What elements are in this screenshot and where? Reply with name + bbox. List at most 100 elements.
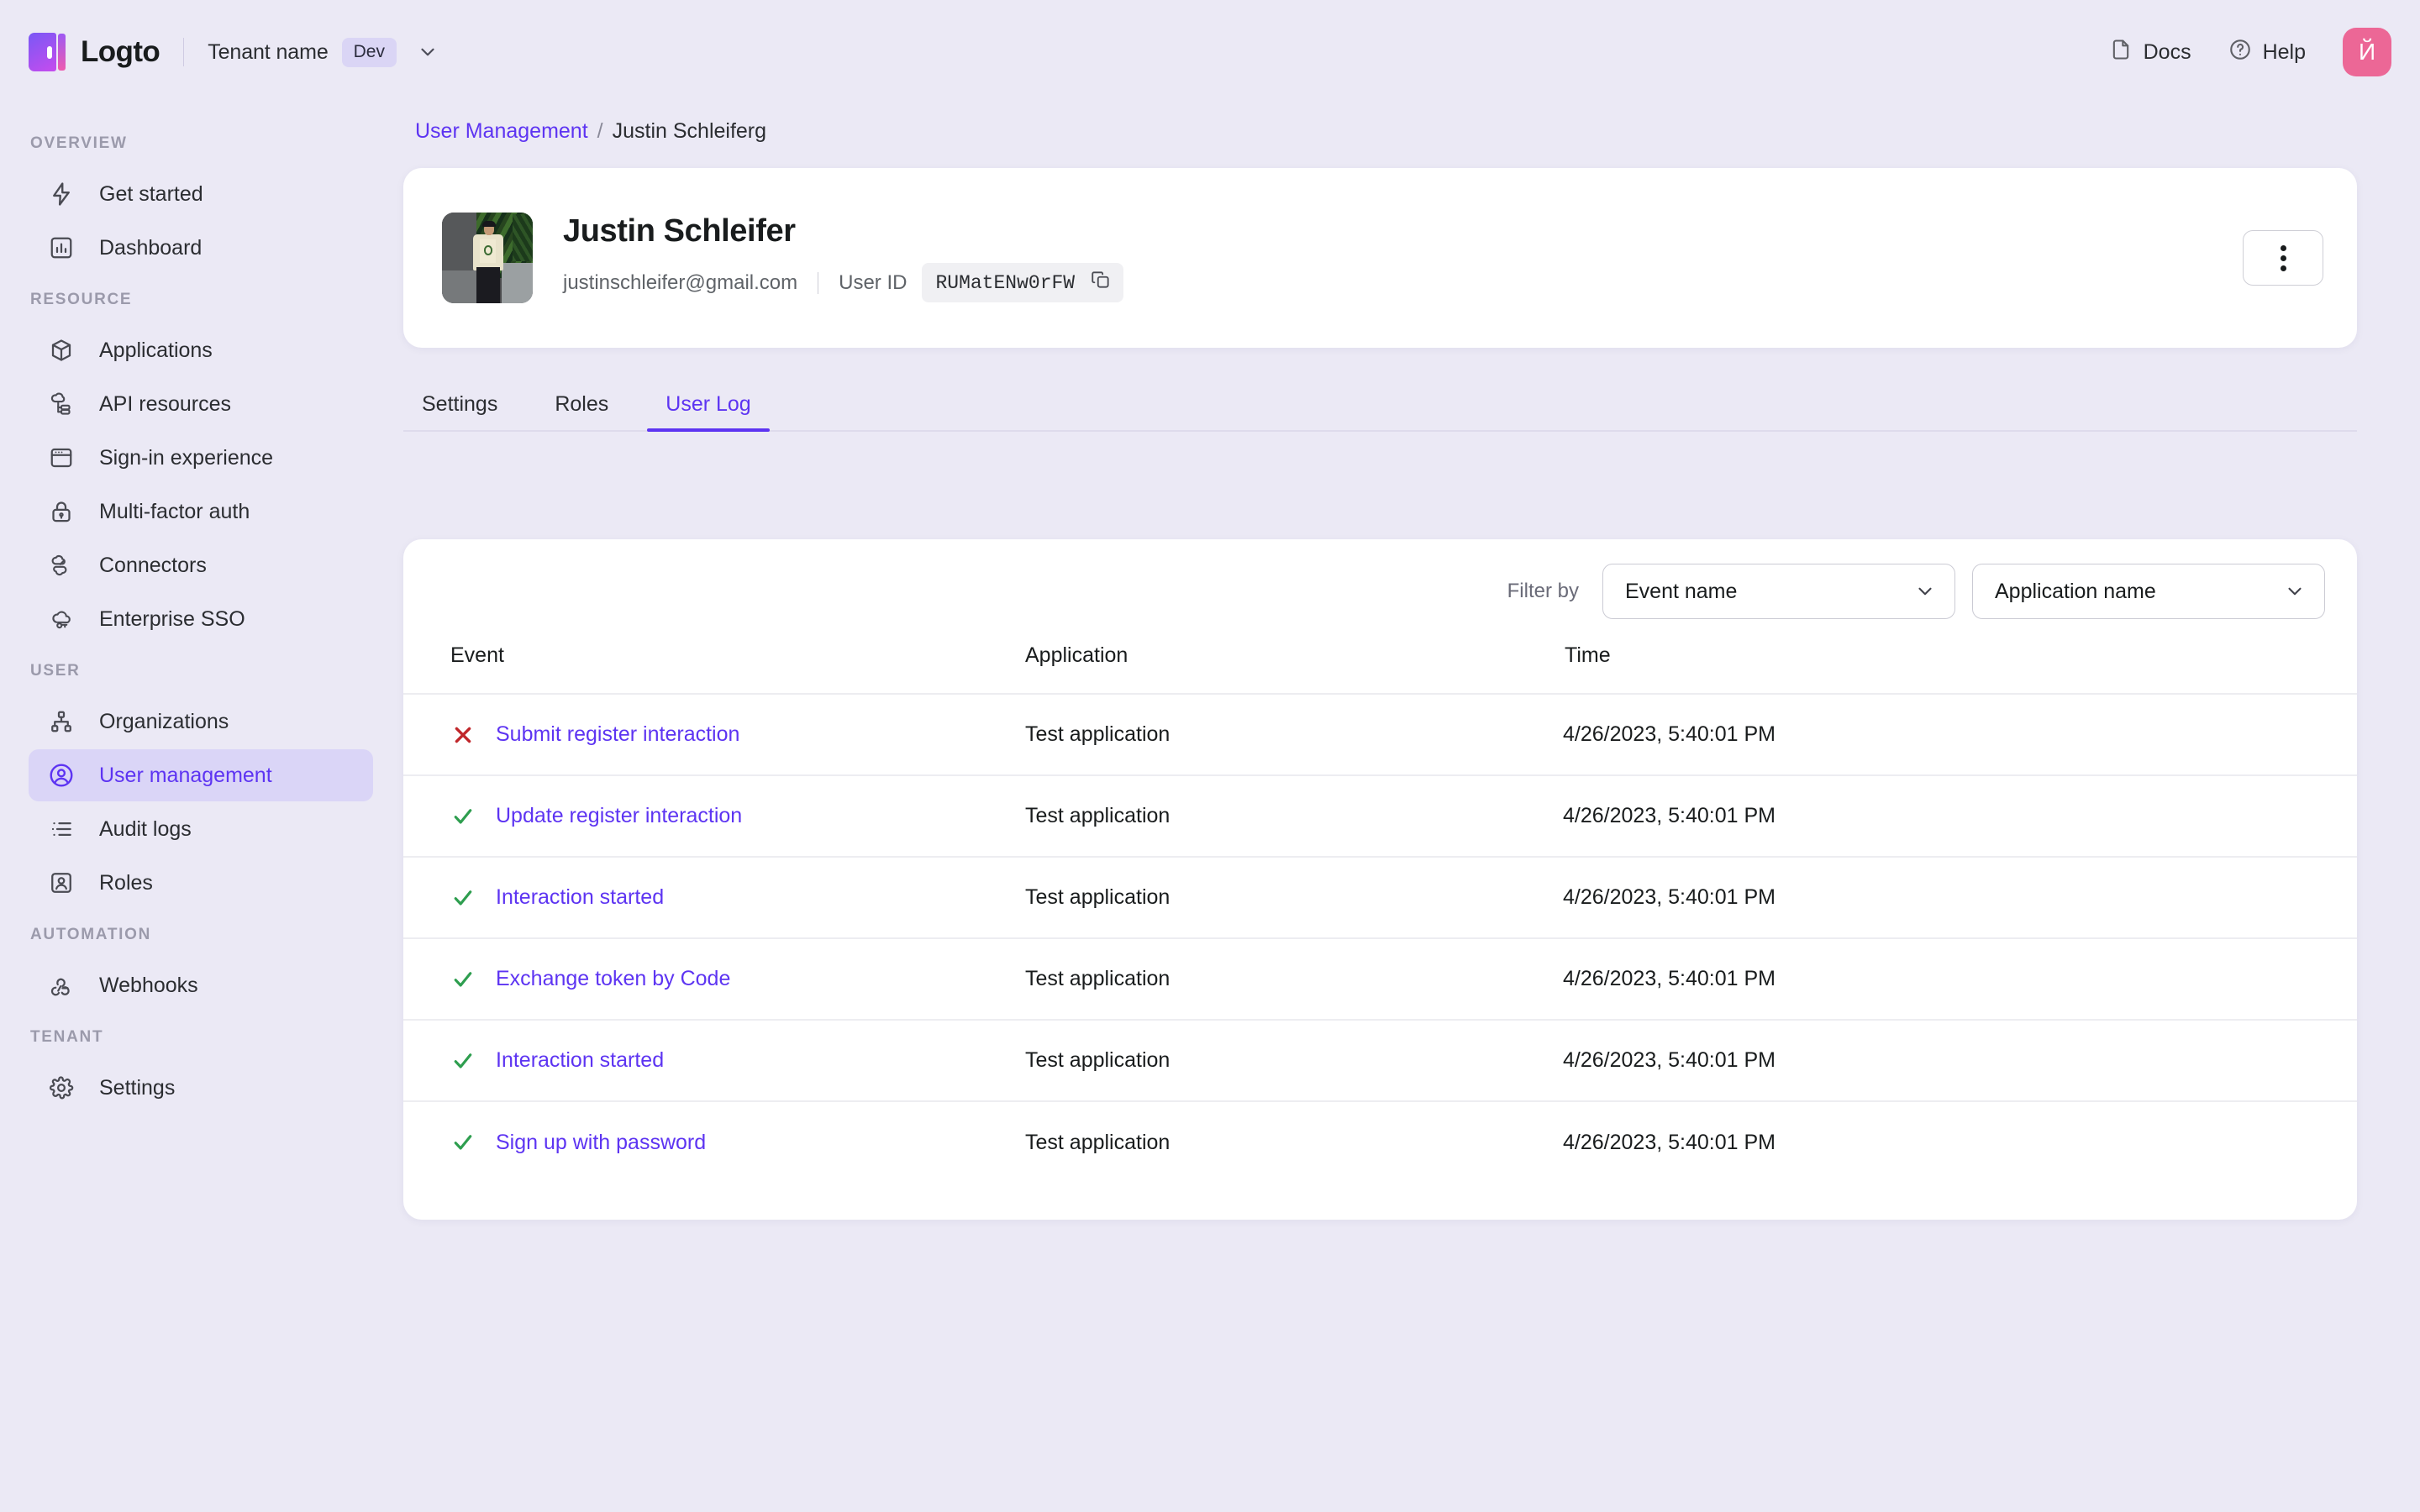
sidebar-item-settings[interactable]: Settings [29, 1062, 373, 1114]
user-circle-icon [45, 759, 77, 791]
application-cell: Test application [1025, 775, 1563, 858]
filter-bar: Filter by Event name Application name [403, 539, 2357, 643]
sidebar-item-multi-factor-auth[interactable]: Multi-factor auth [29, 486, 373, 538]
user-email: justinschleifer@gmail.com [563, 270, 798, 294]
logto-logo-icon [29, 33, 67, 71]
sidebar-item-label: Dashboard [99, 235, 203, 260]
event-link[interactable]: Interaction started [496, 1048, 664, 1073]
user-id-chip: RUMatENw0rFW [922, 263, 1124, 302]
sidebar-item-label: Organizations [99, 709, 229, 733]
browser-window-icon [45, 442, 77, 474]
cube-icon [45, 334, 77, 366]
sidebar-item-enterprise-sso[interactable]: Enterprise SSO [29, 593, 373, 645]
tab-roles[interactable]: Roles [536, 392, 627, 430]
event-link[interactable]: Interaction started [496, 885, 664, 910]
table-row[interactable]: Interaction started Test application 4/2… [403, 1020, 2357, 1102]
main-content: User Management / Justin Schleiferg Just… [403, 104, 2420, 1512]
sidebar-section-title: USER [30, 662, 81, 680]
avatar-initial: Й [2358, 39, 2376, 65]
event-link[interactable]: Sign up with password [496, 1131, 706, 1155]
table-body: Submit register interaction Test applica… [403, 694, 2357, 1183]
brand-name: Logto [81, 35, 160, 68]
sidebar-item-label: Applications [99, 338, 213, 362]
application-name-filter-select[interactable]: Application name [1972, 564, 2325, 619]
sidebar-item-applications[interactable]: Applications [29, 324, 373, 376]
sidebar-item-api-resources[interactable]: API resources [29, 378, 373, 430]
check-mark-icon [450, 1048, 476, 1074]
event-link[interactable]: Submit register interaction [496, 722, 739, 747]
docs-link[interactable]: Docs [2109, 38, 2191, 67]
tab-settings[interactable]: Settings [403, 392, 516, 430]
breadcrumb-current: Justin Schleiferg [612, 119, 767, 143]
event-name-filter-select[interactable]: Event name [1602, 564, 1955, 619]
event-link[interactable]: Update register interaction [496, 804, 742, 828]
table-row[interactable]: Update register interaction Test applica… [403, 775, 2357, 858]
check-mark-icon [450, 804, 476, 829]
sidebar-item-label: Roles [99, 870, 153, 895]
filter-by-label: Filter by [1507, 580, 1579, 602]
table-row[interactable]: Interaction started Test application 4/2… [403, 857, 2357, 939]
sidebar-item-webhooks[interactable]: Webhooks [29, 959, 373, 1011]
api-cloud-icon [45, 388, 77, 420]
user-id-value: RUMatENw0rFW [935, 271, 1076, 294]
chevron-down-icon [1914, 580, 1936, 602]
sidebar-item-label: Webhooks [99, 973, 198, 997]
sidebar-item-label: Audit logs [99, 816, 192, 841]
sidebar-section-title: AUTOMATION [30, 926, 152, 943]
time-cell: 4/26/2023, 5:40:01 PM [1563, 694, 2357, 776]
x-mark-icon [450, 722, 476, 748]
user-id-label: User ID [839, 270, 908, 294]
copy-icon[interactable] [1090, 269, 1112, 297]
user-photo-avatar [442, 213, 533, 303]
column-header-application: Application [1025, 643, 1563, 695]
bar-chart-icon [45, 232, 77, 264]
time-cell: 4/26/2023, 5:40:01 PM [1563, 857, 2357, 939]
tab-user-log[interactable]: User Log [647, 392, 771, 432]
sidebar-item-organizations[interactable]: Organizations [29, 696, 373, 748]
time-cell: 4/26/2023, 5:40:01 PM [1563, 1020, 2357, 1102]
document-icon [2109, 38, 2133, 67]
sidebar-navigation: OVERVIEW Get started Dashboard RESOURCE … [0, 104, 403, 1512]
sidebar-item-sign-in-experience[interactable]: Sign-in experience [29, 432, 373, 484]
sidebar-item-connectors[interactable]: Connectors [29, 539, 373, 591]
user-avatar-button[interactable]: Й [2343, 28, 2391, 76]
lightning-icon [45, 178, 77, 210]
sidebar-item-roles[interactable]: Roles [29, 857, 373, 909]
breadcrumb: User Management / Justin Schleiferg [403, 104, 2420, 144]
webhook-icon [45, 969, 77, 1001]
application-cell: Test application [1025, 857, 1563, 939]
tenant-name: Tenant name [208, 39, 329, 64]
sidebar-section-title: RESOURCE [30, 291, 133, 308]
table-header: Event Application Time [403, 643, 2357, 695]
sidebar-item-label: Enterprise SSO [99, 606, 245, 631]
brand-logo[interactable]: Logto [0, 33, 160, 71]
more-options-button[interactable] [2243, 230, 2323, 286]
sidebar-item-dashboard[interactable]: Dashboard [29, 222, 373, 274]
help-link[interactable]: Help [2228, 38, 2306, 67]
sidebar-item-label: Sign-in experience [99, 445, 274, 470]
event-link[interactable]: Exchange token by Code [496, 967, 730, 991]
docs-label: Docs [2143, 39, 2191, 64]
connectors-cloud-icon [45, 549, 77, 581]
user-profile-card: Justin Schleifer justinschleifer@gmail.c… [403, 168, 2357, 348]
application-name-filter-value: Application name [1995, 579, 2156, 603]
table-row[interactable]: Submit register interaction Test applica… [403, 694, 2357, 776]
user-log-card: Filter by Event name Application name Ev… [403, 539, 2357, 1220]
topbar-actions: Docs Help Й [2109, 28, 2420, 76]
sidebar-item-get-started[interactable]: Get started [29, 168, 373, 220]
sidebar-item-label: User management [99, 763, 272, 787]
lock-icon [45, 496, 77, 528]
breadcrumb-link-user-management[interactable]: User Management [415, 119, 588, 144]
user-profile-subinfo: justinschleifer@gmail.com User ID RUMatE… [563, 263, 1124, 302]
sidebar-item-audit-logs[interactable]: Audit logs [29, 803, 373, 855]
tenant-selector[interactable]: Tenant name Dev [208, 37, 439, 67]
org-tree-icon [45, 706, 77, 738]
table-row[interactable]: Sign up with password Test application 4… [403, 1101, 2357, 1183]
check-mark-icon [450, 885, 476, 911]
top-bar: Logto Tenant name Dev Docs Help Й [0, 0, 2420, 104]
chevron-down-icon[interactable] [417, 41, 439, 63]
table-row[interactable]: Exchange token by Code Test application … [403, 938, 2357, 1021]
check-mark-icon [450, 1130, 476, 1155]
check-mark-icon [450, 967, 476, 992]
sidebar-item-user-management[interactable]: User management [29, 749, 373, 801]
